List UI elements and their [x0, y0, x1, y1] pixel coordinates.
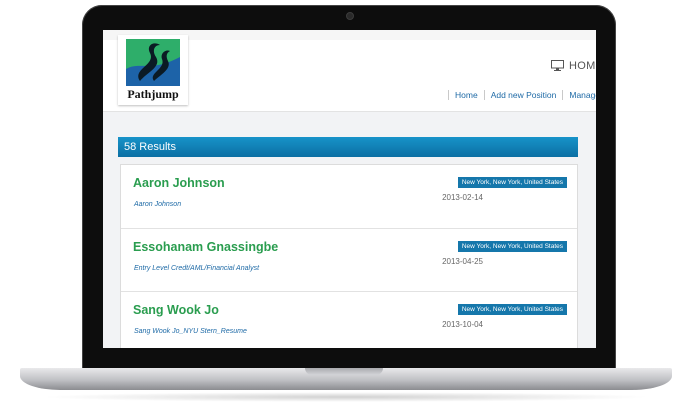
candidate-subtitle[interactable]: Entry Level Credt/AML/Financial Analyst [134, 265, 259, 272]
monitor-icon[interactable] [551, 60, 564, 71]
main-nav: Home Add new Position Manage [448, 86, 596, 104]
location-badge: New York, New York, United States [457, 241, 567, 252]
site-header: Pathjump HOME Home Add new Position Mana… [103, 30, 596, 112]
item-date: 2013-10-04 [442, 320, 483, 329]
nav-home[interactable]: Home [448, 90, 484, 100]
location-badge: New York, New York, United States [457, 304, 567, 315]
candidate-name[interactable]: Aaron Johnson [133, 176, 225, 190]
candidate-name[interactable]: Sang Wook Jo [133, 303, 219, 317]
pathjump-logo-icon [126, 39, 180, 86]
location-badge: New York, New York, United States [457, 177, 567, 188]
nav-add-new-position[interactable]: Add new Position [483, 90, 563, 100]
list-item[interactable]: Aaron Johnson Aaron Johnson New York, Ne… [121, 165, 577, 227]
candidate-subtitle[interactable]: Aaron Johnson [134, 201, 181, 208]
laptop-notch [305, 368, 383, 375]
screen: Pathjump HOME Home Add new Position Mana… [103, 30, 596, 348]
item-date: 2013-04-25 [442, 257, 483, 266]
candidate-name[interactable]: Essohanam Gnassingbe [133, 240, 278, 254]
item-date: 2013-02-14 [442, 193, 483, 202]
candidate-subtitle[interactable]: Sang Wook Jo_NYU Stern_Resume [134, 328, 247, 335]
list-item[interactable]: Essohanam Gnassingbe Entry Level Credt/A… [121, 228, 577, 291]
brand-name: Pathjump [127, 87, 179, 101]
list-item[interactable]: Sang Wook Jo Sang Wook Jo_NYU Stern_Resu… [121, 291, 577, 348]
camera-icon [346, 12, 354, 20]
home-top-link[interactable]: HOME [569, 60, 596, 72]
results-list: Aaron Johnson Aaron Johnson New York, Ne… [120, 164, 578, 348]
logo[interactable]: Pathjump [118, 35, 188, 105]
laptop-shadow [40, 392, 652, 402]
nav-manage[interactable]: Manage [562, 90, 596, 100]
header-divider [103, 111, 596, 112]
results-heading: 58 Results [118, 137, 578, 157]
